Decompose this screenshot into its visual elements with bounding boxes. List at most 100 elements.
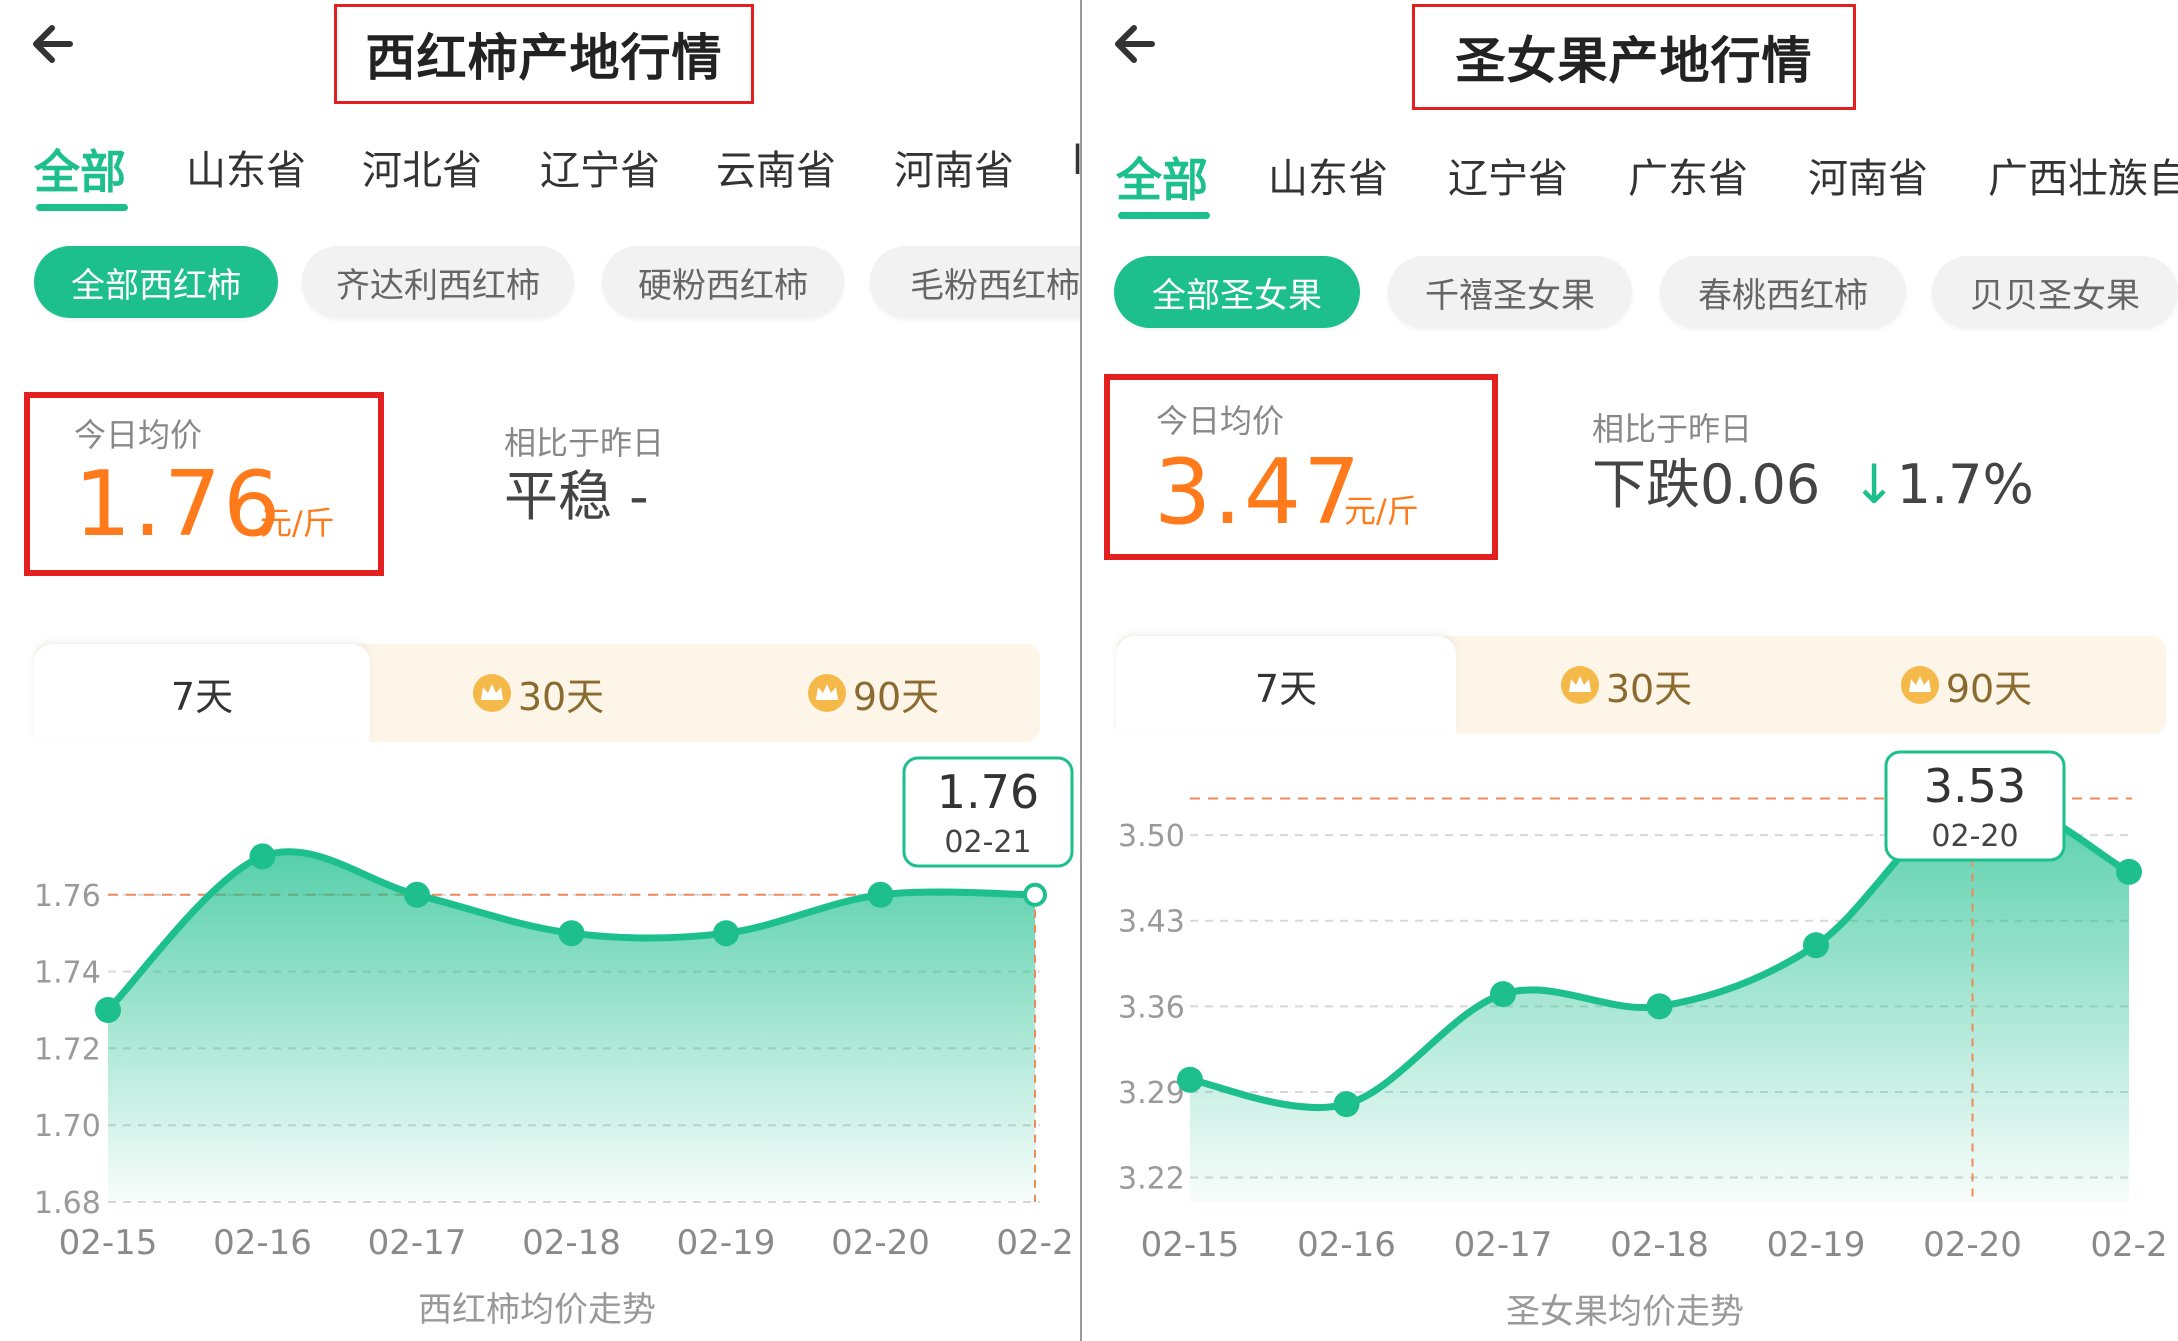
tooltip-value: 1.76 [937,765,1039,819]
x-tick-label: 02-16 [1297,1225,1396,1265]
tab-guangdong[interactable]: 广东省 [1628,146,1748,204]
range-tabs: 7天 30天 90天 [1116,636,2166,734]
crown-icon [1560,666,1599,704]
y-tick-label: 3.50 [1118,819,1185,854]
price-unit: 元/斤 [260,504,335,542]
tab-more[interactable]: l [1072,138,1080,184]
data-point [249,843,276,870]
y-tick-label: 3.36 [1118,990,1185,1025]
tab-hebei[interactable]: 河北省 [362,138,482,196]
x-tick-label: 02-19 [677,1223,776,1263]
tab-guangxi[interactable]: 广西壮族自 [1988,146,2178,204]
x-tick-label: 02-18 [522,1223,621,1263]
avg-price-value: 3.47 [1154,440,1363,545]
data-point [1490,981,1516,1008]
tab-shandong[interactable]: 山东省 [1268,146,1388,204]
x-tick-label: 02-2 [996,1223,1073,1263]
x-tick-label: 02-16 [213,1223,312,1263]
active-tab-underline [1118,212,1210,219]
data-point [2116,858,2142,885]
cherry-tomato-market-panel: 圣女果产地行情 全部 山东省 辽宁省 广东省 河南省 广西壮族自 全部圣女果 千… [1082,0,2178,1341]
x-tick-label: 02-2 [2090,1225,2167,1265]
y-tick-label: 3.22 [1118,1162,1185,1197]
data-point [1646,993,1673,1020]
range-90-days-label: 90天 [1945,666,2033,711]
x-tick-label: 02-19 [1767,1225,1866,1265]
tab-henan[interactable]: 河南省 [894,138,1014,196]
tab-shandong[interactable]: 山东省 [186,138,306,196]
range-90-days-label: 90天 [852,674,940,719]
x-tick-label: 02-20 [831,1223,930,1263]
compare-change-text: 下跌0.06 [1592,453,1821,516]
crown-icon [807,674,846,712]
x-tick-label: 02-18 [1610,1225,1709,1265]
chip-maofen-tomato[interactable]: 毛粉西红柿 [870,246,1080,318]
range-90-days[interactable]: 90天 [706,644,1040,742]
data-point [95,997,121,1023]
y-tick-label: 1.70 [34,1109,101,1144]
range-7-days[interactable]: 7天 [34,644,370,742]
y-tick-label: 3.43 [1118,905,1185,940]
tomato-market-panel: 西红柿产地行情 全部 山东省 河北省 辽宁省 云南省 河南省 l 全部西红柿 齐… [0,0,1080,1341]
x-tick-label: 02-15 [1141,1225,1240,1265]
range-30-days[interactable]: 30天 [1456,636,1796,734]
chip-qidali-tomato[interactable]: 齐达利西红柿 [302,246,574,318]
tab-yunnan[interactable]: 云南省 [716,138,836,196]
data-point [713,920,739,947]
avg-price-value: 1.76 [74,452,283,557]
range-30-days-label: 30天 [517,674,605,719]
tab-henan[interactable]: 河南省 [1808,146,1928,204]
chip-yingfen-tomato[interactable]: 硬粉西红柿 [602,246,844,318]
page-title: 圣女果产地行情 [1412,4,1856,110]
back-arrow-icon[interactable] [30,14,90,74]
tomato-price-chart[interactable]: 1.68 1.70 1.72 1.74 1.76 02-15 02-16 02-17 02-18… [0,740,1080,1270]
tab-all[interactable]: 全部 [1116,144,1208,210]
compare-change-percent: 1.7% [1896,453,2034,516]
data-point [404,881,430,908]
y-tick-label: 1.74 [34,956,101,991]
range-90-days[interactable]: 90天 [1796,636,2136,734]
chip-beibei-cherry-tomato[interactable]: 贝贝圣女果 [1932,256,2178,328]
tooltip-date: 02-21 [944,825,1031,860]
chip-all-cherry-tomato[interactable]: 全部圣女果 [1114,256,1360,328]
data-point [1023,882,1047,907]
chart-caption: 西红柿均价走势 [418,1290,656,1330]
range-7-days[interactable]: 7天 [1116,636,1456,734]
cherry-tomato-price-chart[interactable]: 3.22 3.29 3.36 3.43 3.50 02-15 02-16 02-17 02-18… [1082,740,2178,1270]
compare-label: 相比于昨日 [504,424,665,462]
crown-icon [472,674,511,712]
crown-icon [1900,666,1939,704]
compare-value: 下跌0.06 ↓1.7% [1592,458,2034,512]
range-30-days-label: 30天 [1605,666,1693,711]
active-tab-underline [36,204,128,211]
compare-label: 相比于昨日 [1592,410,1753,448]
tab-all[interactable]: 全部 [34,136,126,202]
y-tick-label: 1.76 [34,879,101,914]
back-arrow-icon[interactable] [1112,14,1172,74]
tab-liaoning[interactable]: 辽宁省 [1448,146,1568,204]
range-30-days[interactable]: 30天 [370,644,706,742]
compare-value: 平稳 - [504,465,649,528]
chip-qianxi-cherry-tomato[interactable]: 千禧圣女果 [1388,256,1632,328]
data-point [1177,1066,1203,1093]
tab-liaoning[interactable]: 辽宁省 [540,138,660,196]
tooltip: 1.76 02-21 [902,756,1074,868]
data-point [558,920,585,947]
range-tabs: 7天 30天 90天 [34,644,1040,742]
chip-all-tomato[interactable]: 全部西红柿 [34,246,278,318]
page-title: 西红柿产地行情 [334,4,754,104]
chip-chuntao-tomato[interactable]: 春桃西红柿 [1660,256,1906,328]
y-tick-label: 3.29 [1118,1076,1185,1111]
y-tick-label: 1.68 [34,1186,101,1221]
x-tick-label: 02-20 [1923,1225,2022,1265]
avg-price-label: 今日均价 [74,416,203,454]
price-unit: 元/斤 [1344,492,1419,530]
down-arrow-icon: ↓ [1851,453,1897,516]
tooltip-value: 3.53 [1924,759,2026,813]
tooltip: 3.53 02-20 [1884,750,2066,862]
x-tick-label: 02-17 [1454,1225,1553,1265]
range-7-days-label: 7天 [170,674,234,719]
range-7-days-label: 7天 [1254,666,1318,711]
x-tick-label: 02-17 [368,1223,467,1263]
data-point [1333,1091,1360,1118]
